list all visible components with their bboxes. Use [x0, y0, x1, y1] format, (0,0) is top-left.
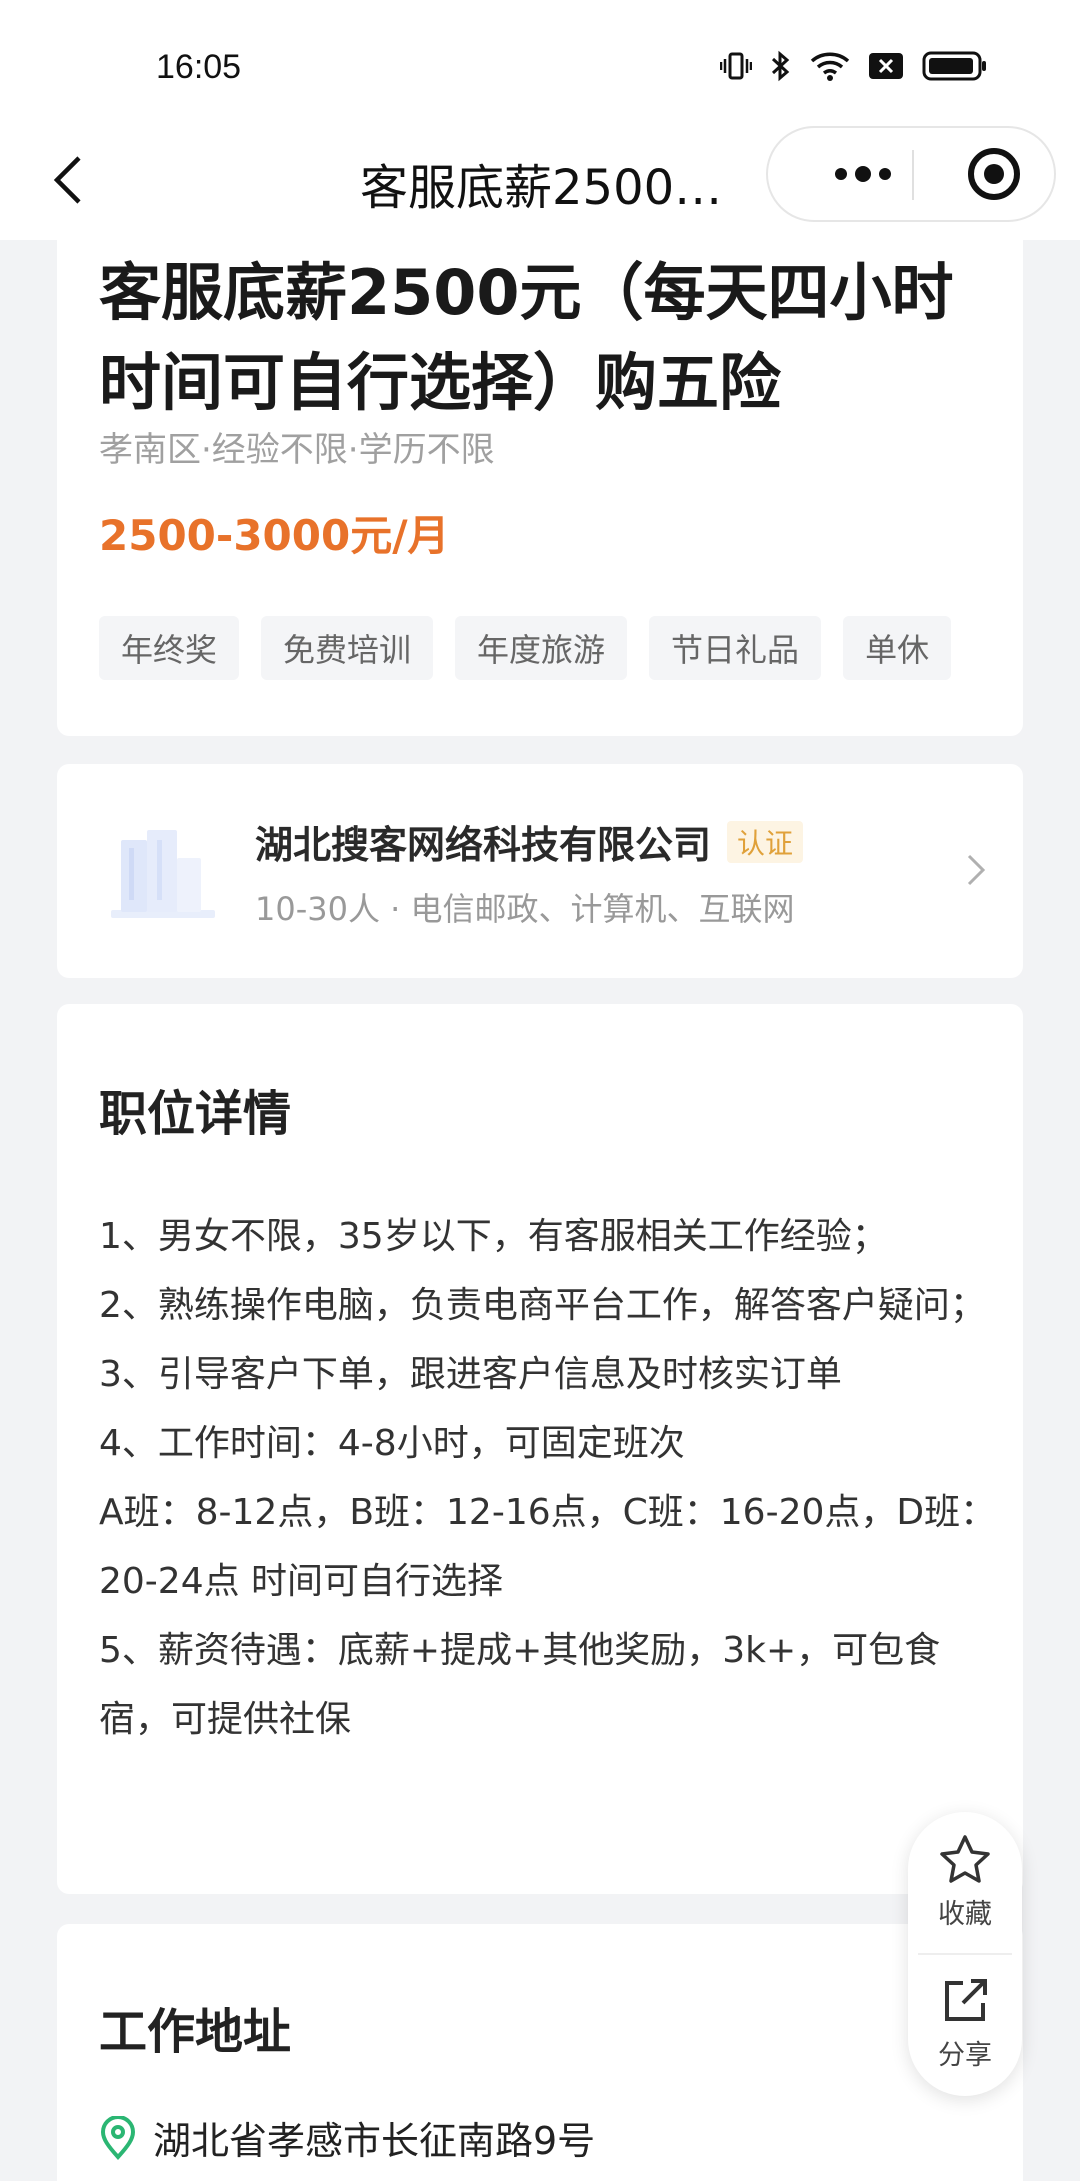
- more-button[interactable]: [808, 128, 918, 220]
- favorite-button[interactable]: 收藏: [908, 1812, 1022, 1952]
- benefit-tag: 年终奖: [99, 616, 240, 680]
- detail-line: 1、男女不限，35岁以下，有客服相关工作经验；: [99, 1216, 888, 1257]
- wifi-icon: [810, 52, 850, 81]
- detail-line: 3、引导客户下单，跟进客户信息及时核实订单: [99, 1354, 842, 1395]
- status-bar: 16:05: [0, 0, 1080, 120]
- capsule-divider: [912, 150, 914, 200]
- benefit-tags: 年终奖 免费培训 年度旅游 节日礼品 单休: [99, 616, 952, 680]
- address-text: 湖北省孝感市长征南路9号: [153, 2119, 596, 2163]
- job-title: 客服底薪2500元（每天四小时时间可自行选择）购五险: [99, 256, 954, 419]
- bluetooth-icon: [771, 50, 790, 82]
- verified-badge: 认证: [727, 820, 804, 863]
- status-time: 16:05: [156, 48, 242, 86]
- more-dots-icon: [835, 166, 891, 182]
- address-row[interactable]: 湖北省孝感市长征南路9号: [99, 2110, 595, 2165]
- company-building-icon: [111, 830, 215, 918]
- detail-line: 5、薪资待遇：底薪+提成+其他奖励，3k+，可包食宿，可提供社保: [99, 1630, 941, 1740]
- company-name: 湖北搜客网络科技有限公司: [255, 823, 712, 867]
- target-icon: [968, 148, 1020, 200]
- detail-heading: 职位详情: [99, 1086, 292, 1142]
- battery-icon: [922, 51, 986, 81]
- company-info: 10-30人 · 电信邮政、计算机、互联网: [255, 890, 795, 928]
- vibrate-icon: [720, 52, 752, 80]
- chevron-right-icon: [967, 854, 986, 886]
- back-button[interactable]: [38, 146, 98, 214]
- benefit-tag: 节日礼品: [649, 616, 822, 680]
- detail-line: 2、熟练操作电脑，负责电商平台工作，解答客户疑问；: [99, 1285, 986, 1326]
- detail-line: A班：8-12点，B班：12-16点，C班：16-20点，D班：20-24点 时…: [99, 1492, 997, 1602]
- sim-icon: [869, 53, 903, 79]
- company-name-row: 湖北搜客网络科技有限公司 认证: [255, 814, 804, 869]
- status-icons: [720, 50, 988, 82]
- close-program-button[interactable]: [950, 128, 1038, 220]
- floating-action-panel: 收藏 分享: [908, 1812, 1022, 2096]
- star-icon: [940, 1834, 990, 1883]
- detail-body: 1、男女不限，35岁以下，有客服相关工作经验； 2、熟练操作电脑，负责电商平台工…: [99, 1202, 999, 1754]
- benefit-tag: 年度旅游: [455, 616, 628, 680]
- job-meta: 孝南区·经验不限·学历不限: [99, 430, 495, 470]
- nav-title: 客服底薪2500…: [360, 160, 720, 216]
- job-summary-card: 客服底薪2500元（每天四小时时间可自行选择）购五险 孝南区·经验不限·学历不限…: [57, 240, 1023, 736]
- back-arrow-icon: [53, 156, 81, 204]
- location-pin-icon: [100, 2115, 136, 2160]
- share-label: 分享: [938, 2039, 992, 2071]
- job-salary: 2500-3000元/月: [99, 511, 450, 560]
- share-icon: [945, 1978, 987, 2021]
- job-detail-card: 职位详情 1、男女不限，35岁以下，有客服相关工作经验； 2、熟练操作电脑，负责…: [57, 1004, 1023, 1894]
- address-heading: 工作地址: [99, 2004, 292, 2060]
- nav-bar: 客服底薪2500…: [0, 120, 1080, 240]
- mini-program-capsule: [766, 126, 1056, 222]
- company-card[interactable]: 湖北搜客网络科技有限公司 认证 10-30人 · 电信邮政、计算机、互联网: [57, 764, 1023, 978]
- share-button[interactable]: 分享: [908, 1954, 1022, 2094]
- detail-line: 4、工作时间：4-8小时，可固定班次: [99, 1423, 685, 1464]
- benefit-tag: 免费培训: [261, 616, 434, 680]
- favorite-label: 收藏: [938, 1898, 992, 1930]
- benefit-tag: 单休: [843, 616, 952, 680]
- work-address-card: 工作地址 湖北省孝感市长征南路9号: [57, 1924, 1023, 2181]
